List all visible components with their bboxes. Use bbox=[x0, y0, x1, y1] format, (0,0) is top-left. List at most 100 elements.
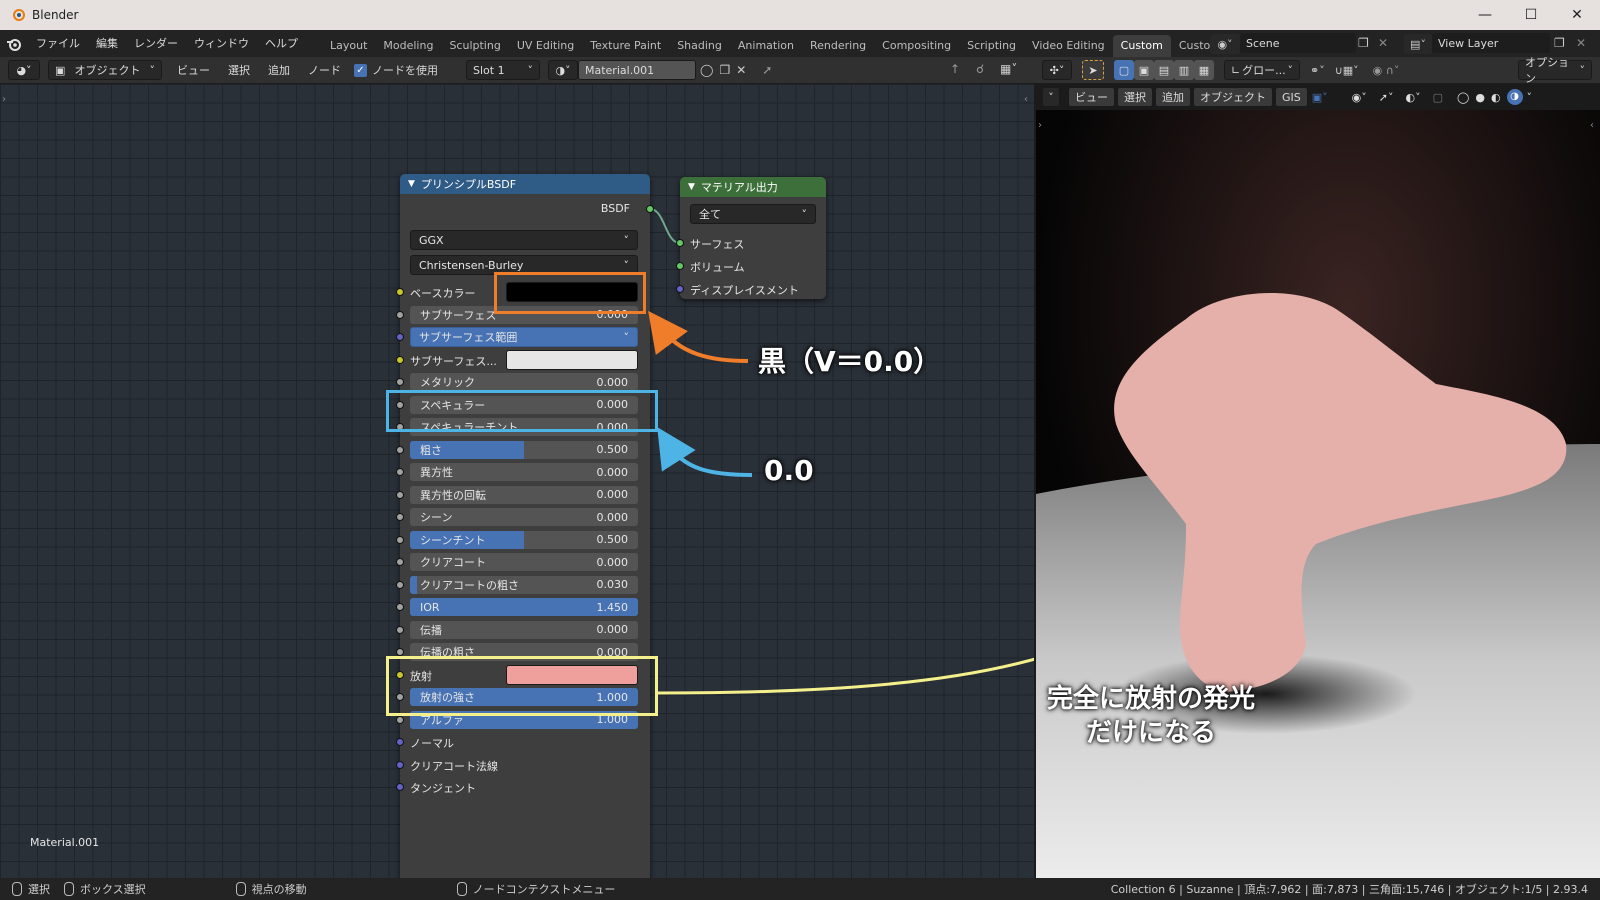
menu-view[interactable]: ビュー bbox=[168, 62, 219, 78]
status-box-select: ボックス選択 bbox=[80, 883, 146, 896]
workspace-tab-2[interactable]: Sculpting bbox=[441, 35, 508, 57]
fake-user-shield-icon[interactable]: ◯ bbox=[700, 63, 713, 77]
snap-icon[interactable]: ☌ bbox=[976, 62, 984, 76]
viewport-menu-object[interactable]: オブジェクト bbox=[1193, 87, 1273, 107]
viewport-sidebar-toggle-icon[interactable]: › bbox=[1038, 120, 1042, 131]
overlay-icon[interactable]: ◐˅ bbox=[1406, 91, 1421, 104]
viewport-editor-type-icon[interactable]: ✣˅ bbox=[1042, 60, 1072, 80]
mouse-left-icon bbox=[12, 882, 22, 896]
menu-item-1[interactable]: 編集 bbox=[88, 30, 126, 57]
annotation-emission-line1: 完全に放射の発光 bbox=[1046, 684, 1255, 714]
workspace-tab-9[interactable]: Scripting bbox=[959, 35, 1024, 57]
shading-rendered-icon[interactable]: ◑ bbox=[1506, 89, 1523, 105]
annotation-arrows bbox=[648, 310, 1163, 695]
annotation-zero-text: 0.0 bbox=[764, 454, 814, 487]
close-icon[interactable]: ✕ bbox=[1554, 0, 1600, 30]
status-stats: Collection 6 | Suzanne | 頂点:7,962 | 面:7,… bbox=[1110, 883, 1588, 896]
mouse-middle-icon bbox=[235, 882, 246, 896]
workspace-tab-10[interactable]: Video Editing bbox=[1024, 35, 1113, 57]
workspace-tab-4[interactable]: Texture Paint bbox=[582, 35, 669, 57]
pin-icon[interactable]: ➚ bbox=[762, 63, 772, 77]
mouse-right-icon bbox=[456, 882, 467, 896]
snap-grid-icon[interactable]: ▦˅ bbox=[1000, 62, 1017, 76]
select-extend-icon[interactable]: ▣ bbox=[1134, 60, 1154, 80]
object-mode-label: オブジェクト bbox=[74, 64, 141, 77]
select-invert-icon[interactable]: ▥ bbox=[1174, 60, 1194, 80]
new-scene-icon[interactable]: ❐ bbox=[1358, 36, 1369, 50]
3d-viewport[interactable]: › ‹ 完全に放射の発光 だけになる bbox=[1034, 84, 1600, 878]
status-select: 選択 bbox=[28, 883, 50, 896]
top-bar: ファイル 編集 レンダー ウィンドウ ヘルプ Layout Modeling Sculpti… bbox=[0, 30, 1600, 57]
unlink-material-icon[interactable]: ✕ bbox=[736, 63, 746, 77]
mode-chevron-icon[interactable]: ˅ bbox=[1042, 87, 1060, 107]
delete-view-layer-icon[interactable]: ✕ bbox=[1576, 36, 1586, 50]
material-browse-icon[interactable]: ◑˅ bbox=[548, 60, 578, 80]
workspace-tab-7[interactable]: Rendering bbox=[802, 35, 874, 57]
blender-menu-icon[interactable] bbox=[0, 30, 28, 57]
workspace-tab-3[interactable]: UV Editing bbox=[509, 35, 582, 57]
chevron-down-icon: ˅ bbox=[1287, 63, 1294, 77]
chevron-down-icon: ˅ bbox=[149, 63, 156, 77]
viewport-header: ✣˅ ➤ ▢ ▣ ▤ ▥ ▦ ∟ グロー... ˅ ⚭˅ ∪▦˅ ◉ ∩˅ オプ… bbox=[1034, 56, 1600, 85]
parent-node-tree-icon[interactable]: ↑ bbox=[950, 62, 960, 76]
shading-material-icon[interactable]: ◐ bbox=[1491, 91, 1501, 104]
use-nodes-label: ノードを使用 bbox=[372, 64, 438, 77]
menu-item-4[interactable]: ヘルプ bbox=[257, 30, 306, 57]
duplicate-material-icon[interactable]: ❐ bbox=[719, 63, 730, 77]
viewport-subheader: ˅ ビュー 選択 追加 オブジェクト GIS ▣˅ ◉˅ ➚˅ ◐˅ ▢ ◯ ●… bbox=[1034, 84, 1600, 110]
minimize-icon[interactable]: — bbox=[1462, 0, 1508, 30]
shading-options-icon[interactable]: ˅ bbox=[1527, 91, 1533, 104]
scene-name-field[interactable]: Scene bbox=[1240, 33, 1356, 53]
new-view-layer-icon[interactable]: ❐ bbox=[1554, 36, 1565, 50]
workspace-tab-6[interactable]: Animation bbox=[730, 35, 802, 57]
menu-select[interactable]: 選択 bbox=[219, 62, 259, 78]
viewport-toolbar-toggle-icon[interactable]: ‹ bbox=[1590, 120, 1594, 131]
workspace-tab-8[interactable]: Compositing bbox=[874, 35, 959, 57]
snap-magnet-icon[interactable]: ∪▦˅ bbox=[1335, 64, 1359, 77]
delete-scene-icon[interactable]: ✕ bbox=[1378, 36, 1388, 50]
annotation-emission-line2: だけになる bbox=[1085, 718, 1216, 748]
xray-icon[interactable]: ▢ bbox=[1433, 91, 1443, 104]
select-intersect-icon[interactable]: ▦ bbox=[1194, 60, 1214, 80]
use-nodes-checkbox[interactable]: ✓ ノードを使用 bbox=[354, 62, 438, 78]
menu-node[interactable]: ノード bbox=[299, 62, 350, 78]
editor-type-icon[interactable]: ◕˅ bbox=[8, 60, 40, 80]
transform-orientation-dropdown[interactable]: ∟ グロー... ˅ bbox=[1224, 60, 1300, 80]
menu-item-2[interactable]: レンダー bbox=[126, 30, 186, 57]
proportional-edit-icon[interactable]: ◉ ∩˅ bbox=[1373, 64, 1400, 77]
status-move-view: 視点の移動 bbox=[251, 883, 307, 896]
workspace-tab-0[interactable]: Layout bbox=[322, 35, 375, 57]
scene-selector-icon[interactable]: ◉˅ bbox=[1210, 34, 1240, 54]
menu-item-0[interactable]: ファイル bbox=[28, 30, 88, 57]
gizmo-icon[interactable]: ➚˅ bbox=[1379, 91, 1394, 104]
pivot-icon[interactable]: ⚭˅ bbox=[1310, 64, 1325, 77]
select-new-icon[interactable]: ▢ bbox=[1114, 60, 1134, 80]
options-label: オプション bbox=[1525, 56, 1569, 85]
menu-item-3[interactable]: ウィンドウ bbox=[186, 30, 257, 57]
orientation-icon: ∟ bbox=[1231, 63, 1241, 77]
shading-solid-icon[interactable]: ● bbox=[1475, 91, 1485, 104]
view-layer-icon[interactable]: ▤˅ bbox=[1404, 34, 1432, 54]
shading-wireframe-icon[interactable]: ◯ bbox=[1457, 91, 1469, 104]
viewport-menu-view[interactable]: ビュー bbox=[1068, 87, 1115, 107]
window-titlebar: Blender — ☐ ✕ bbox=[0, 0, 1600, 30]
workspace-tab-1[interactable]: Modeling bbox=[375, 35, 441, 57]
status-bar: 選択 ボックス選択 視点の移動 ノードコンテクストメニュー Collection… bbox=[0, 878, 1600, 900]
options-dropdown[interactable]: オプション ˅ bbox=[1518, 56, 1592, 85]
gis-map-icon[interactable]: ▣˅ bbox=[1312, 91, 1328, 104]
select-tool-icon[interactable]: ➤ bbox=[1082, 60, 1104, 80]
visibility-eye-icon[interactable]: ◉˅ bbox=[1352, 91, 1367, 104]
maximize-icon[interactable]: ☐ bbox=[1508, 0, 1554, 30]
select-subtract-icon[interactable]: ▤ bbox=[1154, 60, 1174, 80]
viewport-menu-add[interactable]: 追加 bbox=[1155, 87, 1191, 107]
object-mode-dropdown[interactable]: ▣ オブジェクト ˅ bbox=[48, 60, 162, 80]
view-layer-field[interactable]: View Layer bbox=[1432, 33, 1550, 53]
workspace-tab-11[interactable]: Custom bbox=[1112, 35, 1171, 57]
slot-dropdown[interactable]: Slot 1 ˅ bbox=[466, 60, 540, 80]
node-editor-canvas[interactable]: › ‹ ▼ プリンシプルBSDF BSDF GGX ˅ Christensen-… bbox=[0, 84, 1163, 886]
menu-add[interactable]: 追加 bbox=[259, 62, 299, 78]
material-name-field[interactable]: Material.001 bbox=[578, 60, 696, 80]
workspace-tab-5[interactable]: Shading bbox=[669, 35, 730, 57]
viewport-menu-gis[interactable]: GIS bbox=[1275, 87, 1308, 107]
viewport-menu-select[interactable]: 選択 bbox=[1117, 87, 1153, 107]
